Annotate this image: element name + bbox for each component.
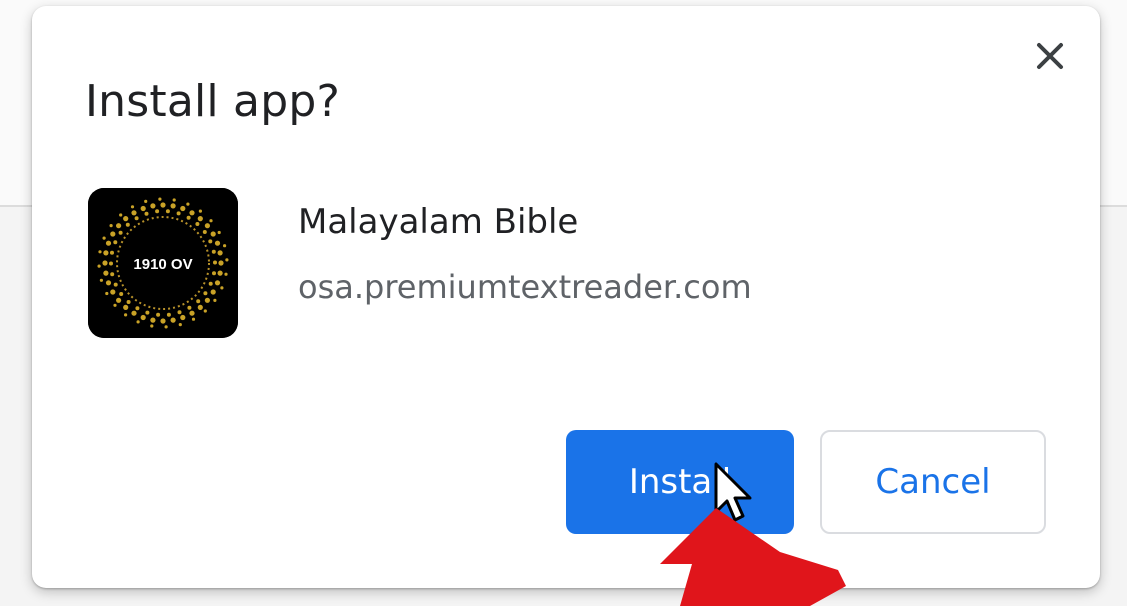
- install-app-dialog: Install app? 1910 OV Malayalam Bible osa…: [32, 6, 1100, 588]
- cancel-button[interactable]: Cancel: [820, 430, 1046, 534]
- install-button[interactable]: Install: [566, 430, 794, 534]
- app-origin: osa.premiumtextreader.com: [298, 268, 752, 306]
- app-icon-label: 1910 OV: [133, 256, 192, 273]
- close-icon: [1037, 43, 1063, 69]
- dialog-title: Install app?: [85, 76, 341, 127]
- app-icon: 1910 OV: [88, 188, 238, 338]
- app-name: Malayalam Bible: [298, 202, 579, 242]
- close-button[interactable]: [1028, 34, 1072, 78]
